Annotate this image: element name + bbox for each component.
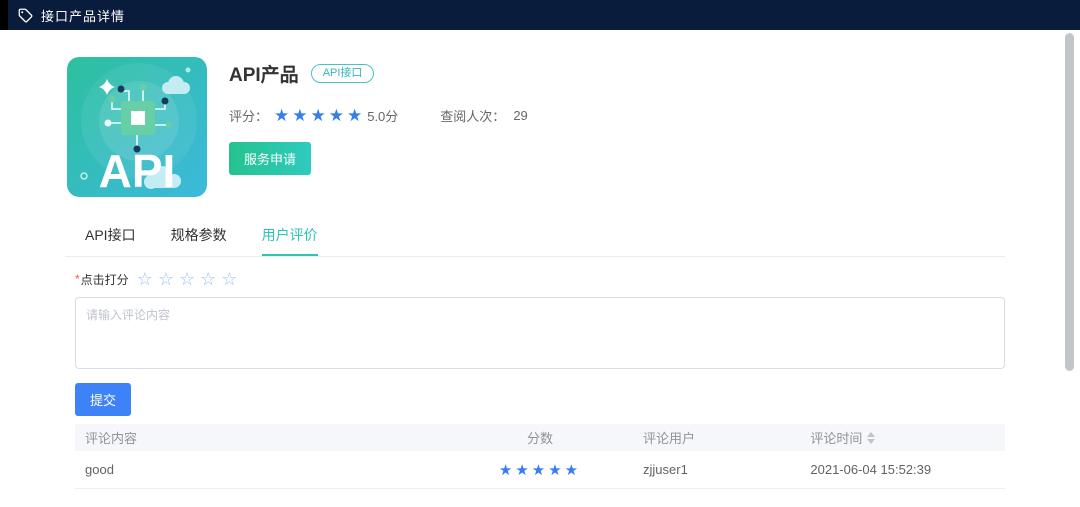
tab-spec-params[interactable]: 规格参数 — [171, 225, 227, 256]
product-summary: API API产品 API接口 评分： ★★★★★ 5.0分 查阅人次： 29 … — [65, 57, 1005, 197]
service-apply-button[interactable]: 服务申请 — [229, 142, 311, 175]
tab-api-interface[interactable]: API接口 — [85, 225, 136, 256]
table-header-row: 评论内容 分数 评论用户 评论时间 — [75, 424, 1005, 451]
comment-input[interactable] — [75, 297, 1005, 369]
cell-comment-user: zjjuser1 — [633, 462, 800, 477]
rating-label: 评分： — [229, 106, 268, 125]
page-header: 接口产品详情 — [0, 0, 1080, 30]
product-info: API产品 API接口 评分： ★★★★★ 5.0分 查阅人次： 29 服务申请 — [229, 57, 528, 197]
table-row: good ★★★★★ zjjuser1 2021-06-04 15:52:39 — [75, 451, 1005, 489]
rating-stars-icon: ★★★★★ — [274, 107, 365, 124]
rating-value: 5.0分 — [367, 106, 398, 125]
cell-comment-content: good — [75, 462, 447, 477]
col-header-user: 评论用户 — [633, 428, 800, 447]
col-header-score: 分数 — [447, 428, 633, 447]
comments-table: 评论内容 分数 评论用户 评论时间 good ★★★★★ zjjuser1 20… — [75, 424, 1005, 489]
rate-label: 点击打分 — [81, 271, 129, 288]
page-title: 接口产品详情 — [41, 6, 125, 25]
rate-stars-input[interactable]: ☆☆☆☆☆ — [137, 270, 243, 288]
cell-comment-time: 2021-06-04 15:52:39 — [800, 462, 1005, 477]
col-header-content: 评论内容 — [75, 428, 447, 447]
main-content: API API产品 API接口 评分： ★★★★★ 5.0分 查阅人次： 29 … — [65, 57, 1005, 489]
scrollbar-thumb[interactable] — [1065, 33, 1074, 371]
views-counter: 查阅人次： 29 — [440, 106, 527, 125]
tag-icon — [18, 8, 33, 23]
tab-bar: API接口 规格参数 用户评价 — [65, 225, 1005, 257]
rate-input-row: * 点击打分 ☆☆☆☆☆ — [75, 270, 1005, 288]
cell-score-stars-icon: ★★★★★ — [447, 461, 633, 479]
product-image: API — [67, 57, 207, 197]
views-value: 29 — [513, 108, 527, 123]
views-label: 查阅人次： — [440, 106, 505, 125]
col-header-time[interactable]: 评论时间 — [800, 428, 1005, 447]
product-title: API产品 — [229, 60, 299, 87]
header-edge-strip — [0, 0, 8, 30]
rating-row: 评分： ★★★★★ 5.0分 查阅人次： 29 — [229, 106, 528, 125]
required-mark: * — [75, 272, 80, 286]
tab-user-reviews[interactable]: 用户评价 — [262, 225, 318, 256]
svg-text:API: API — [99, 145, 176, 197]
sort-caret-icon[interactable] — [867, 432, 875, 444]
submit-button[interactable]: 提交 — [75, 383, 131, 416]
product-type-badge: API接口 — [311, 64, 375, 83]
